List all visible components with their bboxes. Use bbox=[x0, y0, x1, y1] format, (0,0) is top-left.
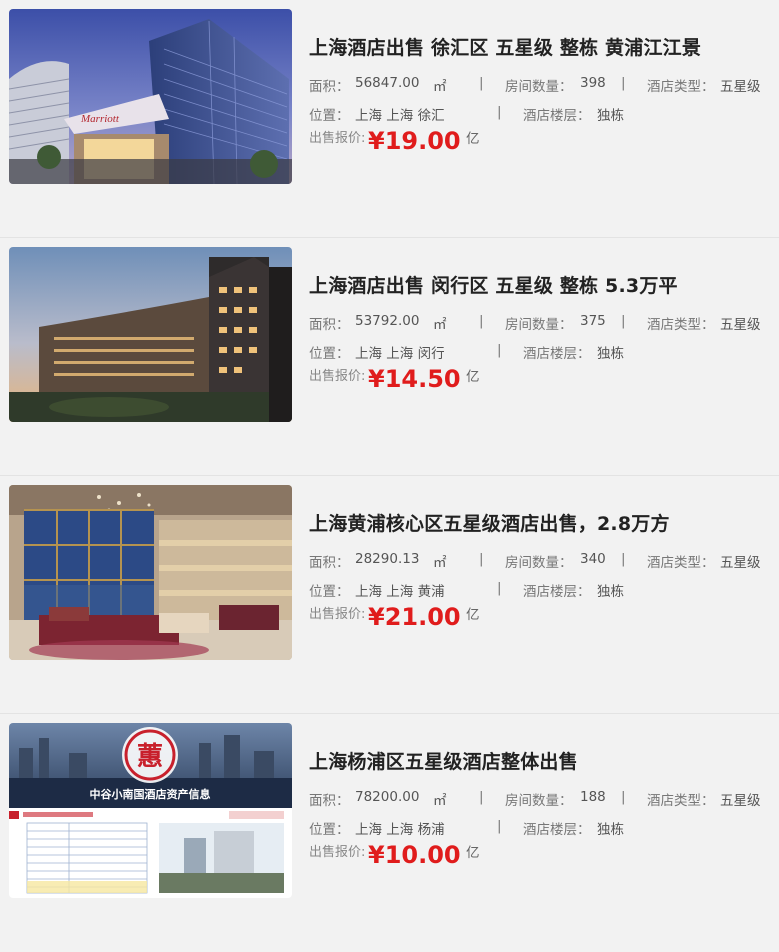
separator: | bbox=[479, 313, 484, 329]
hotel-type-value: 五星级 bbox=[720, 793, 761, 809]
floor-value: 独栋 bbox=[597, 108, 624, 124]
area-value: 28290.13 bbox=[355, 551, 420, 567]
rooms-label: 房间数量： bbox=[505, 793, 573, 809]
price-value: ¥19.00 bbox=[368, 127, 461, 155]
listing-title[interactable]: 上海黄浦核心区五星级酒店出售，2.8万方 bbox=[309, 509, 670, 536]
area-value: 53792.00 bbox=[355, 313, 420, 329]
rooms-label: 房间数量： bbox=[505, 79, 573, 95]
separator: | bbox=[479, 75, 484, 91]
location-value: 上海 上海 徐汇 bbox=[355, 108, 445, 124]
image-banner-text: 中谷小南国酒店资产信息 bbox=[90, 787, 211, 801]
rooms-value: 340 bbox=[580, 551, 606, 567]
separator: | bbox=[497, 104, 502, 120]
listing-card[interactable]: Marriott 上海酒店出售 徐汇区 五星级 整栋 黄浦江江景 面积： 568… bbox=[0, 0, 779, 238]
price-unit: 亿 bbox=[466, 845, 480, 861]
rooms-value: 375 bbox=[580, 313, 606, 329]
listing-card[interactable]: 蕙 中谷小南国酒店资产信息 上海杨浦区五星级酒店整体出售 面积： 78200.0… bbox=[0, 714, 779, 952]
area-unit: ㎡ bbox=[433, 793, 447, 809]
hotel-type-label: 酒店类型： bbox=[647, 317, 715, 333]
location-value: 上海 上海 杨浦 bbox=[355, 822, 445, 838]
price-value: ¥14.50 bbox=[368, 365, 461, 393]
rooms-label: 房间数量： bbox=[505, 555, 573, 571]
rooms-value: 398 bbox=[580, 75, 606, 91]
area-label: 面积： bbox=[309, 79, 350, 95]
area-value: 78200.00 bbox=[355, 789, 420, 805]
area-label: 面积： bbox=[309, 317, 350, 333]
price-value: ¥21.00 bbox=[368, 603, 461, 631]
price-label: 出售报价: bbox=[309, 369, 366, 384]
hotel-type-label: 酒店类型： bbox=[647, 79, 715, 95]
price-label: 出售报价: bbox=[309, 607, 366, 622]
floor-label: 酒店楼层： bbox=[523, 584, 591, 600]
listing-title[interactable]: 上海杨浦区五星级酒店整体出售 bbox=[309, 747, 578, 774]
hotel-thumbnail[interactable] bbox=[9, 247, 292, 422]
hotel-listing-list: Marriott 上海酒店出售 徐汇区 五星级 整栋 黄浦江江景 面积： 568… bbox=[0, 0, 779, 904]
listing-card[interactable]: 上海黄浦核心区五星级酒店出售，2.8万方 面积： 28290.13 ㎡ | 房间… bbox=[0, 476, 779, 714]
area-label: 面积： bbox=[309, 793, 350, 809]
separator: | bbox=[621, 551, 626, 567]
location-label: 位置： bbox=[309, 584, 350, 600]
hotel-type-label: 酒店类型： bbox=[647, 555, 715, 571]
hotel-thumbnail[interactable]: 蕙 中谷小南国酒店资产信息 bbox=[9, 723, 292, 898]
floor-value: 独栋 bbox=[597, 346, 624, 362]
hotel-type-label: 酒店类型： bbox=[647, 793, 715, 809]
location-value: 上海 上海 闵行 bbox=[355, 346, 445, 362]
rooms-value: 188 bbox=[580, 789, 606, 805]
location-value: 上海 上海 黄浦 bbox=[355, 584, 445, 600]
floor-label: 酒店楼层： bbox=[523, 822, 591, 838]
listing-title[interactable]: 上海酒店出售 徐汇区 五星级 整栋 黄浦江江景 bbox=[309, 33, 701, 60]
hotel-type-value: 五星级 bbox=[720, 317, 761, 333]
floor-label: 酒店楼层： bbox=[523, 346, 591, 362]
hotel-thumbnail[interactable] bbox=[9, 485, 292, 660]
price-value: ¥10.00 bbox=[368, 841, 461, 869]
rooms-label: 房间数量： bbox=[505, 317, 573, 333]
separator: | bbox=[497, 580, 502, 596]
separator: | bbox=[497, 818, 502, 834]
price-label: 出售报价: bbox=[309, 131, 366, 146]
hotel-type-value: 五星级 bbox=[720, 79, 761, 95]
price-unit: 亿 bbox=[466, 369, 480, 385]
price-unit: 亿 bbox=[466, 131, 480, 147]
area-unit: ㎡ bbox=[433, 555, 447, 571]
floor-value: 独栋 bbox=[597, 584, 624, 600]
location-label: 位置： bbox=[309, 822, 350, 838]
price-unit: 亿 bbox=[466, 607, 480, 623]
price-label: 出售报价: bbox=[309, 845, 366, 860]
separator: | bbox=[497, 342, 502, 358]
separator: | bbox=[479, 789, 484, 805]
floor-value: 独栋 bbox=[597, 822, 624, 838]
brand-logo: 蕙 bbox=[137, 742, 163, 772]
area-unit: ㎡ bbox=[433, 317, 447, 333]
area-value: 56847.00 bbox=[355, 75, 420, 91]
area-unit: ㎡ bbox=[433, 79, 447, 95]
floor-label: 酒店楼层： bbox=[523, 108, 591, 124]
marriott-sign: Marriott bbox=[80, 113, 120, 125]
area-label: 面积： bbox=[309, 555, 350, 571]
listing-card[interactable]: 上海酒店出售 闵行区 五星级 整栋 5.3万平 面积： 53792.00 ㎡ |… bbox=[0, 238, 779, 476]
separator: | bbox=[479, 551, 484, 567]
listing-title[interactable]: 上海酒店出售 闵行区 五星级 整栋 5.3万平 bbox=[309, 271, 678, 298]
location-label: 位置： bbox=[309, 108, 350, 124]
hotel-type-value: 五星级 bbox=[720, 555, 761, 571]
separator: | bbox=[621, 75, 626, 91]
hotel-thumbnail[interactable]: Marriott bbox=[9, 9, 292, 184]
separator: | bbox=[621, 313, 626, 329]
location-label: 位置： bbox=[309, 346, 350, 362]
separator: | bbox=[621, 789, 626, 805]
